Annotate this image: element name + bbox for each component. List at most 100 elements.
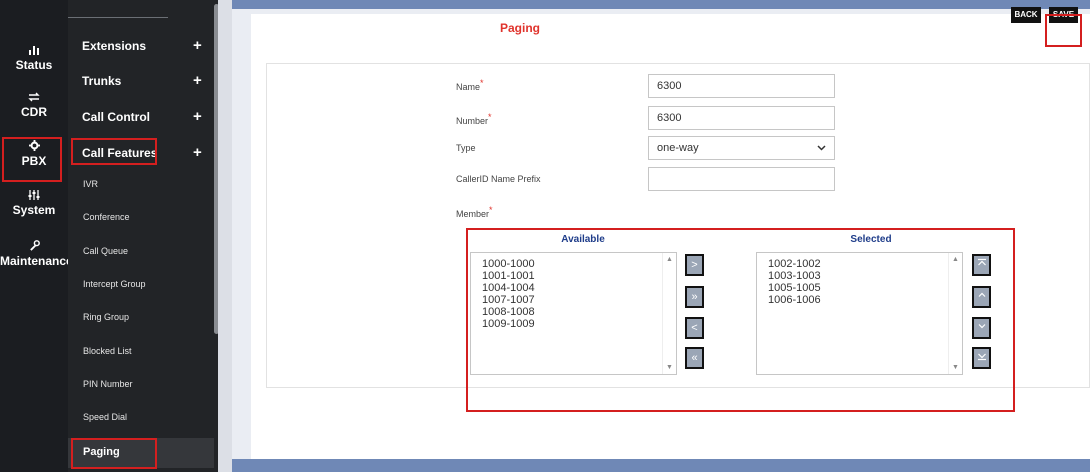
icon-rail: Status CDR PBX System Maintenance [0, 0, 73, 472]
menu-item-label: Extensions [82, 39, 147, 53]
menu-item-label: Trunks [82, 74, 122, 88]
callerid-name-prefix-input[interactable] [648, 167, 835, 191]
submenu-item-blocked-list[interactable]: Blocked List [68, 339, 214, 365]
arrows-exchange-icon [0, 92, 68, 105]
double-chevron-right-icon: » [691, 291, 698, 303]
double-chevron-left-icon: « [691, 352, 698, 364]
gear-icon [0, 140, 68, 154]
move-right-button[interactable]: > [685, 254, 704, 276]
submenu-item-ivr[interactable]: IVR [68, 172, 214, 198]
list-item[interactable]: 1003-1003 [768, 270, 962, 282]
submenu-item-call-queue[interactable]: Call Queue [68, 239, 214, 265]
chevron-up-icon [978, 292, 985, 297]
plus-icon: + [193, 72, 202, 89]
rail-item-cdr[interactable]: CDR [0, 92, 68, 119]
chevron-right-icon: > [691, 259, 698, 271]
submenu-item-label: PIN Number [83, 379, 133, 389]
chevron-down-icon [978, 324, 985, 329]
submenu-item-pin-number[interactable]: PIN Number [68, 372, 214, 398]
back-button[interactable]: BACK [1011, 7, 1041, 23]
menu-item-extensions[interactable]: Extensions + [68, 34, 208, 58]
page-title: Paging [499, 21, 540, 35]
list-item[interactable]: 1004-1004 [482, 282, 676, 294]
rail-label: System [12, 203, 56, 217]
available-list[interactable]: 1000-1000 1001-1001 1004-1004 1007-1007 … [470, 252, 677, 375]
list-scrollbar[interactable]: ▲ ▼ [662, 253, 676, 374]
list-item[interactable]: 1009-1009 [482, 318, 676, 330]
rail-label: Maintenance [0, 254, 73, 268]
pbx-menu: Extensions + Trunks + Call Control + Cal… [68, 0, 218, 472]
submenu-item-label: Paging [83, 446, 120, 458]
number-label: Number* [456, 112, 492, 126]
submenu-item-label: Conference [83, 212, 130, 222]
available-header: Available [561, 234, 605, 245]
list-item[interactable]: 1000-1000 [482, 258, 676, 270]
scroll-down-icon[interactable]: ▼ [666, 364, 673, 371]
required-mark: * [488, 112, 492, 122]
move-all-right-button[interactable]: » [685, 286, 704, 308]
required-mark: * [480, 78, 484, 88]
submenu-item-conference[interactable]: Conference [68, 205, 214, 231]
plus-icon: + [193, 108, 202, 125]
footer-bar [232, 459, 1090, 472]
menu-divider [68, 17, 168, 18]
list-item[interactable]: 1006-1006 [768, 294, 962, 306]
member-label: Member* [456, 205, 493, 219]
rail-item-pbx[interactable]: PBX [0, 140, 68, 168]
chevron-left-icon: < [691, 322, 698, 334]
rail-label: CDR [21, 105, 47, 119]
submenu-item-label: IVR [83, 179, 99, 189]
list-item[interactable]: 1005-1005 [768, 282, 962, 294]
submenu-item-paging[interactable]: Paging [68, 438, 214, 468]
name-input[interactable]: 6300 [648, 74, 835, 98]
menu-item-call-control[interactable]: Call Control + [68, 105, 208, 129]
rail-item-status[interactable]: Status [0, 45, 68, 72]
move-left-button[interactable]: < [685, 317, 704, 339]
selected-header: Selected [850, 234, 892, 245]
selected-list[interactable]: 1002-1002 1003-1003 1005-1005 1006-1006 … [756, 252, 963, 375]
list-item[interactable]: 1001-1001 [482, 270, 676, 282]
wrench-icon [0, 240, 68, 254]
bar-chart-icon [0, 45, 68, 58]
menu-item-trunks[interactable]: Trunks + [68, 69, 208, 93]
name-label: Name* [456, 78, 484, 92]
scroll-down-icon[interactable]: ▼ [952, 364, 959, 371]
rail-label: PBX [21, 154, 47, 168]
plus-icon: + [193, 144, 202, 161]
move-down-button[interactable] [972, 317, 991, 339]
submenu-item-label: Intercept Group [83, 279, 146, 289]
header-bar [232, 0, 1090, 9]
move-bottom-icon [977, 353, 986, 361]
rail-item-system[interactable]: System [0, 190, 68, 217]
sliders-icon [0, 190, 68, 203]
list-item[interactable]: 1008-1008 [482, 306, 676, 318]
menu-item-call-features[interactable]: Call Features + [68, 141, 208, 165]
submenu-item-speed-dial[interactable]: Speed Dial [68, 405, 214, 431]
rail-item-maintenance[interactable]: Maintenance [0, 240, 73, 268]
chevron-down-icon [817, 137, 826, 167]
scroll-up-icon[interactable]: ▲ [952, 256, 959, 263]
submenu-item-ring-group[interactable]: Ring Group [68, 305, 214, 331]
list-item[interactable]: 1007-1007 [482, 294, 676, 306]
required-mark: * [489, 205, 493, 215]
submenu-item-label: Blocked List [83, 346, 132, 356]
scroll-up-icon[interactable]: ▲ [666, 256, 673, 263]
type-select-value: one-way [657, 142, 699, 154]
list-scrollbar[interactable]: ▲ ▼ [948, 253, 962, 374]
submenu-item-label: Speed Dial [83, 412, 128, 422]
type-select[interactable]: one-way [648, 136, 835, 160]
move-bottom-button[interactable] [972, 347, 991, 369]
number-input[interactable]: 6300 [648, 106, 835, 130]
plus-icon: + [193, 37, 202, 54]
callerid-label: CallerID Name Prefix [456, 174, 541, 184]
submenu-item-intercept-group[interactable]: Intercept Group [68, 272, 214, 298]
submenu-item-label: Ring Group [83, 312, 130, 322]
save-button[interactable]: SAVE [1049, 7, 1078, 23]
move-up-button[interactable] [972, 286, 991, 308]
list-item[interactable]: 1002-1002 [768, 258, 962, 270]
layout-gap [218, 0, 232, 472]
move-top-button[interactable] [972, 254, 991, 276]
move-all-left-button[interactable]: « [685, 347, 704, 369]
rail-label: Status [15, 58, 53, 72]
type-label: Type [456, 143, 476, 153]
